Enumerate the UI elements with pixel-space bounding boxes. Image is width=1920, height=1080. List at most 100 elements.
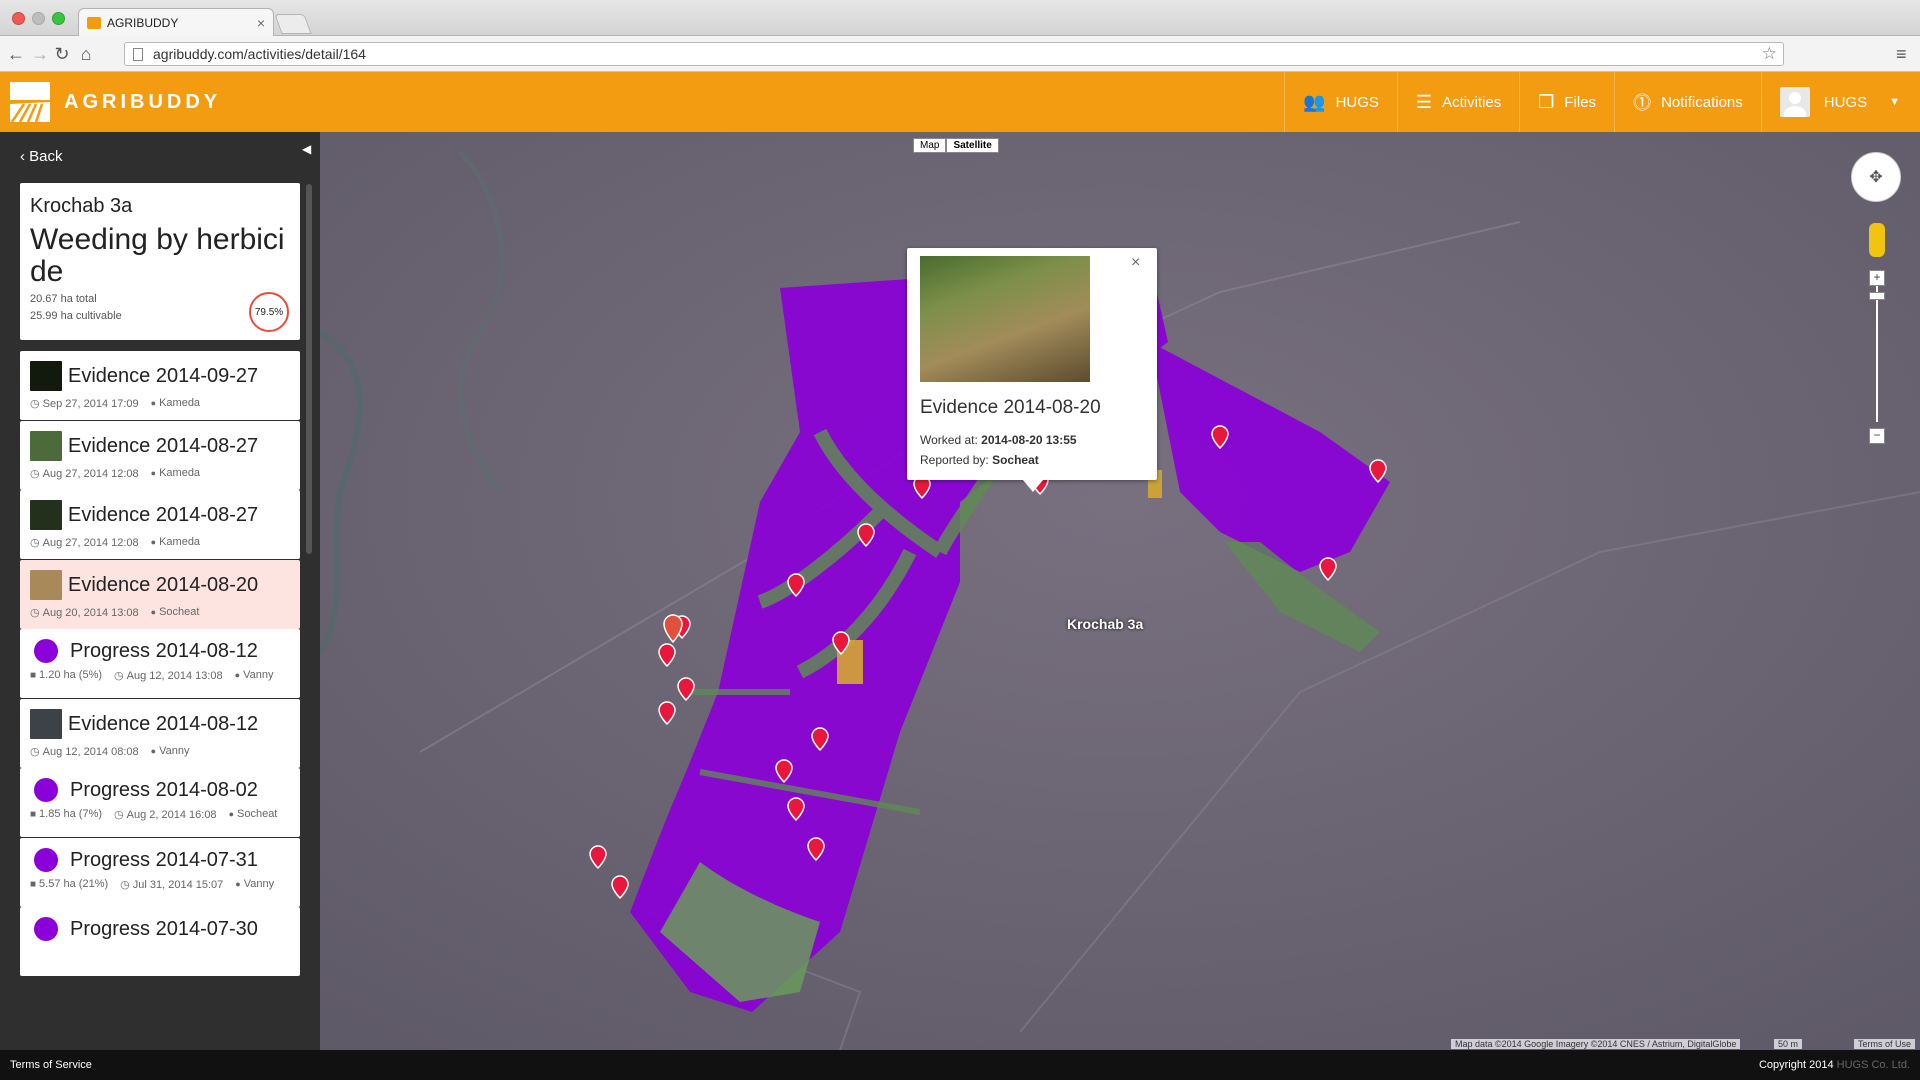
progress-ring: 79.5%	[249, 292, 289, 332]
list-item-meta: Aug 12, 2014 08:08 Vanny	[30, 745, 290, 758]
evidence-list-item[interactable]: Evidence 2014-08-27 Aug 27, 2014 12:08 Kam…	[20, 421, 300, 490]
evidence-thumbnail	[30, 570, 62, 600]
popup-reported-by: Reported by: Socheat	[920, 453, 1039, 467]
area-value: 5.57 ha (21%)	[30, 878, 108, 891]
area-value: 1.20 ha (5%)	[30, 669, 102, 682]
agribuddy-favicon-icon	[87, 16, 101, 29]
users-icon: 👥	[1303, 91, 1326, 112]
evidence-list-item[interactable]: Evidence 2014-08-27 Aug 27, 2014 12:08 Kam…	[20, 490, 300, 559]
list-item-meta: 1.20 ha (5%) Aug 12, 2014 13:08 Vanny	[30, 669, 290, 682]
nav-label: HUGS	[1823, 93, 1868, 111]
app-logo-text[interactable]: AGRIBUDDY	[64, 91, 221, 114]
sidebar-scrollbar[interactable]	[306, 184, 312, 554]
list-item-title: Evidence 2014-08-12	[68, 712, 259, 735]
nav-label: HUGS	[1335, 93, 1379, 111]
progress-list-item[interactable]: Progress 2014-07-30	[20, 907, 300, 976]
nav-activities[interactable]: ☰ Activities	[1396, 72, 1519, 132]
alert-icon: ⓵	[1633, 93, 1652, 113]
caret-down-icon: ▼	[1889, 96, 1900, 108]
list-item-title: Progress 2014-08-02	[70, 778, 258, 801]
bookmark-star-icon[interactable]: ☆	[1762, 44, 1777, 64]
list-item-header: Evidence 2014-08-27	[30, 431, 290, 461]
maximize-window-button[interactable]	[52, 12, 65, 25]
reporter-name: Kameda	[151, 397, 200, 410]
main-nav: 👥 HUGS ☰ Activities ❐ Files ⓵ Notificati…	[1284, 72, 1920, 132]
zoom-slider-handle[interactable]	[1869, 292, 1885, 300]
map-type-satellite-button[interactable]: Satellite	[946, 138, 999, 153]
browser-toolbar: ← → ↻ ⌂ agribuddy.com/activities/detail/…	[0, 36, 1920, 72]
evidence-photo[interactable]	[920, 256, 1090, 382]
list-item-title: Progress 2014-08-12	[70, 639, 258, 662]
popup-tail	[1023, 480, 1043, 492]
list-item-header: Progress 2014-07-30	[30, 917, 290, 941]
list-item-title: Progress 2014-07-31	[70, 848, 258, 871]
home-icon[interactable]: ⌂	[76, 44, 96, 64]
list-item-title: Evidence 2014-08-27	[68, 434, 259, 457]
field-map-label: Krochab 3a	[1067, 616, 1144, 632]
nav-hugs[interactable]: 👥 HUGS	[1284, 72, 1397, 132]
zoom-out-button[interactable]: −	[1869, 428, 1885, 444]
progress-list-item[interactable]: Progress 2014-08-12 1.20 ha (5%) Aug 12, 2…	[20, 629, 300, 698]
timestamp: Aug 20, 2014 13:08	[30, 606, 139, 619]
page-icon	[133, 47, 143, 61]
satellite-map[interactable]: Map Satellite ✥ + − × Evidence 2014-08-2…	[320, 132, 1920, 1050]
list-item-header: Evidence 2014-08-27	[30, 500, 290, 530]
back-arrow-icon[interactable]: ←	[6, 44, 26, 64]
nav-notifications[interactable]: ⓵ Notifications	[1614, 72, 1761, 132]
evidence-list-item[interactable]: Evidence 2014-08-12 Aug 12, 2014 08:08 Van…	[20, 699, 300, 768]
collapse-sidebar-icon[interactable]: ◀	[302, 142, 311, 156]
tab-close-icon[interactable]: ×	[257, 15, 265, 31]
minimize-window-button[interactable]	[32, 12, 45, 25]
progress-dot-icon	[34, 848, 58, 872]
activity-sidebar: ‹ Back ◀ Krochab 3a Weeding by herbici d…	[0, 132, 320, 1050]
field-name: Krochab 3a	[30, 195, 133, 217]
new-tab-button[interactable]	[274, 14, 312, 34]
evidence-list-item[interactable]: Evidence 2014-08-20 Aug 20, 2014 13:08 Soc…	[20, 560, 300, 629]
map-type-map-button[interactable]: Map	[913, 138, 947, 153]
popup-close-icon[interactable]: ×	[1131, 254, 1140, 272]
map-type-control: Map Satellite	[913, 138, 999, 153]
close-window-button[interactable]	[12, 12, 25, 25]
evidence-thumbnail	[30, 431, 62, 461]
agribuddy-logo-icon[interactable]	[10, 82, 50, 122]
street-view-pegman-icon[interactable]	[1869, 223, 1885, 257]
app-footer: Terms of Service Copyright 2014 HUGS Co.…	[0, 1050, 1920, 1080]
evidence-thumbnail	[30, 709, 62, 739]
reporter-name: Vanny	[235, 878, 274, 891]
list-item-meta: Sep 27, 2014 17:09 Kameda	[30, 397, 290, 410]
progress-list-item[interactable]: Progress 2014-08-02 1.85 ha (7%) Aug 2, 20…	[20, 768, 300, 837]
popup-worked-at: Worked at: 2014-08-20 13:55	[920, 433, 1077, 447]
zoom-in-button[interactable]: +	[1869, 270, 1885, 286]
browser-tab-bar: AGRIBUDDY ×	[0, 0, 1920, 36]
list-item-meta: Aug 27, 2014 12:08 Kameda	[30, 536, 290, 549]
nav-files[interactable]: ❐ Files	[1519, 72, 1614, 132]
browser-menu-icon[interactable]: ≡	[1896, 44, 1907, 65]
progress-list-item[interactable]: Progress 2014-07-31 5.57 ha (21%) Jul 31, …	[20, 838, 300, 907]
url-text: agribuddy.com/activities/detail/164	[153, 46, 366, 62]
terms-of-service-link[interactable]: Terms of Service	[10, 1059, 92, 1071]
forward-arrow-icon[interactable]: →	[30, 44, 50, 64]
timestamp: Sep 27, 2014 17:09	[30, 397, 139, 410]
timestamp: Aug 27, 2014 12:08	[30, 536, 139, 549]
nav-label: Files	[1564, 93, 1597, 111]
timestamp: Aug 27, 2014 12:08	[30, 467, 139, 480]
reporter-name: Vanny	[151, 745, 189, 758]
list-item-meta: Aug 27, 2014 12:08 Kameda	[30, 467, 290, 480]
list-item-header: Evidence 2014-08-20	[30, 570, 290, 600]
list-item-header: Progress 2014-07-31	[30, 848, 290, 872]
reporter-name: Kameda	[151, 536, 200, 549]
progress-dot-icon	[34, 639, 58, 663]
activity-title: Weeding by herbici de	[30, 223, 285, 288]
nav-user-menu[interactable]: HUGS ▼	[1760, 72, 1920, 132]
cultivable-area: 25.99 ha cultivable	[30, 310, 122, 322]
address-bar[interactable]: agribuddy.com/activities/detail/164 ☆	[124, 42, 1784, 66]
map-terms-link[interactable]: Terms of Use	[1854, 1039, 1916, 1049]
back-link[interactable]: ‹ Back	[20, 148, 63, 165]
pan-control[interactable]: ✥	[1851, 152, 1901, 202]
browser-tab[interactable]: AGRIBUDDY ×	[78, 8, 274, 36]
nav-label: Activities	[1442, 93, 1502, 111]
tab-title: AGRIBUDDY	[107, 15, 179, 30]
reload-icon[interactable]: ↻	[52, 44, 72, 64]
evidence-list-item[interactable]: Evidence 2014-09-27 Sep 27, 2014 17:09 Kam…	[20, 351, 300, 420]
reporter-name: Vanny	[235, 669, 273, 682]
